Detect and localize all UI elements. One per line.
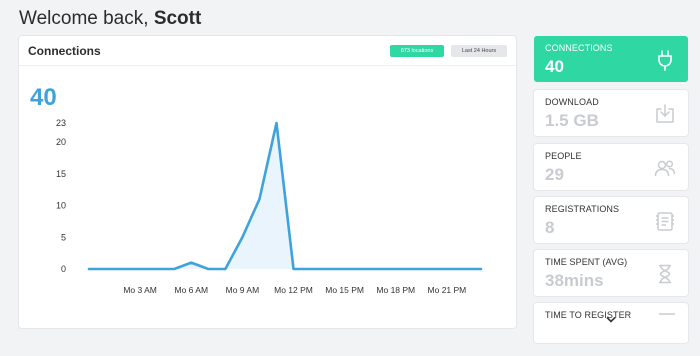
registration-icon: [656, 212, 674, 231]
hourglass-icon: [659, 264, 671, 284]
stat-label: Time spent (avg): [545, 257, 628, 267]
people-icon: [654, 160, 676, 177]
user-name: Scott: [153, 8, 202, 29]
stat-card-connections[interactable]: Connections 40: [534, 36, 688, 82]
stat-label: Connections: [545, 43, 613, 53]
stat-label: Time to register: [545, 310, 632, 320]
y-tick-label: 0: [61, 264, 66, 274]
dash-icon: [659, 313, 675, 315]
connections-chart: 0 5 10 15 20 23 Mo 3 AM Mo 6 AM Mo 9 AM Mo 12 PM M…: [56, 118, 483, 295]
y-tick-label: 15: [56, 169, 66, 179]
x-tick-label: Mo 12 PM: [274, 285, 313, 295]
stat-card-download[interactable]: Download 1.5 GB: [534, 90, 688, 136]
y-tick-label: 23: [56, 118, 66, 128]
stat-label: Registrations: [545, 204, 620, 214]
greeting-text: Welcome back,: [19, 8, 149, 29]
connections-card: Connections 873 locations Last 24 Hours …: [19, 36, 516, 328]
x-tick-label: Mo 9 AM: [226, 285, 260, 295]
download-icon: [656, 104, 674, 123]
x-tick-label: Mo 6 AM: [174, 285, 208, 295]
chevron-down-icon[interactable]: [606, 316, 616, 324]
stat-card-people[interactable]: People 29: [534, 144, 688, 190]
stat-card-registrations[interactable]: Registrations 8: [534, 197, 688, 243]
stat-value: 29: [545, 165, 564, 184]
stat-value: 1.5 GB: [545, 111, 599, 130]
x-tick-label: Mo 15 PM: [325, 285, 364, 295]
stat-value: 40: [545, 57, 564, 76]
y-tick-label: 10: [56, 201, 66, 211]
y-tick-label: 5: [61, 232, 66, 242]
x-tick-label: Mo 18 PM: [376, 285, 415, 295]
y-tick-label: 20: [56, 137, 66, 147]
stat-card-time-spent[interactable]: Time spent (avg) 38mins: [534, 250, 688, 296]
stat-value: 8: [545, 218, 555, 237]
stat-label: People: [545, 151, 582, 161]
stat-label: Download: [545, 97, 599, 107]
stat-value: 38mins: [545, 271, 604, 290]
welcome-heading: Welcome back, Scott: [19, 8, 201, 30]
x-tick-label: Mo 21 PM: [428, 285, 467, 295]
plug-icon: [658, 50, 672, 71]
x-tick-label: Mo 3 AM: [123, 285, 157, 295]
